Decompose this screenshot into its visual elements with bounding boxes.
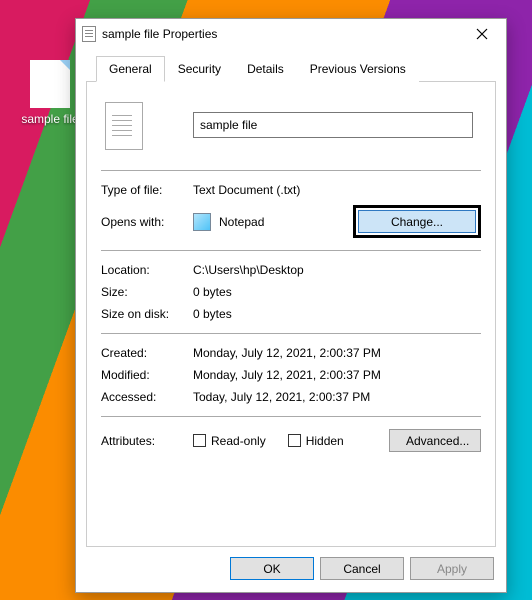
value-size: 0 bytes xyxy=(193,285,481,299)
apply-button[interactable]: Apply xyxy=(410,557,494,580)
tab-row: General Security Details Previous Versio… xyxy=(86,49,496,82)
document-icon xyxy=(30,60,70,108)
notepad-icon xyxy=(193,213,211,231)
file-type-icon xyxy=(105,102,143,150)
checkbox-box xyxy=(288,434,301,447)
tab-details[interactable]: Details xyxy=(234,56,297,82)
label-attributes: Attributes: xyxy=(101,434,193,448)
cancel-button[interactable]: Cancel xyxy=(320,557,404,580)
close-button[interactable] xyxy=(464,21,500,47)
label-modified: Modified: xyxy=(101,368,193,382)
change-button[interactable]: Change... xyxy=(358,210,476,233)
label-location: Location: xyxy=(101,263,193,277)
value-modified: Monday, July 12, 2021, 2:00:37 PM xyxy=(193,368,481,382)
value-type-of-file: Text Document (.txt) xyxy=(193,183,481,197)
divider xyxy=(101,333,481,334)
label-accessed: Accessed: xyxy=(101,390,193,404)
label-type-of-file: Type of file: xyxy=(101,183,193,197)
desktop-file-label: sample file xyxy=(20,112,80,126)
document-icon xyxy=(82,26,96,42)
divider xyxy=(101,170,481,171)
checkbox-box xyxy=(193,434,206,447)
value-opens-with: Notepad xyxy=(219,215,264,229)
value-created: Monday, July 12, 2021, 2:00:37 PM xyxy=(193,346,481,360)
checkbox-hidden-label: Hidden xyxy=(306,434,344,448)
checkbox-readonly[interactable]: Read-only xyxy=(193,434,266,448)
titlebar: sample file Properties xyxy=(76,19,506,49)
ok-button[interactable]: OK xyxy=(230,557,314,580)
value-size-on-disk: 0 bytes xyxy=(193,307,481,321)
filename-input[interactable] xyxy=(193,112,473,138)
label-size-on-disk: Size on disk: xyxy=(101,307,193,321)
checkbox-hidden[interactable]: Hidden xyxy=(288,434,344,448)
checkbox-readonly-label: Read-only xyxy=(211,434,266,448)
divider xyxy=(101,416,481,417)
desktop-file-icon[interactable]: sample file xyxy=(20,60,80,126)
dialog-footer: OK Cancel Apply xyxy=(76,547,506,592)
divider xyxy=(101,250,481,251)
properties-dialog: sample file Properties General Security … xyxy=(75,18,507,593)
label-size: Size: xyxy=(101,285,193,299)
tab-previous-versions[interactable]: Previous Versions xyxy=(297,56,419,82)
value-accessed: Today, July 12, 2021, 2:00:37 PM xyxy=(193,390,481,404)
label-created: Created: xyxy=(101,346,193,360)
tab-security[interactable]: Security xyxy=(165,56,234,82)
tab-general[interactable]: General xyxy=(96,56,165,82)
label-opens-with: Opens with: xyxy=(101,215,193,229)
dialog-body: Type of file: Text Document (.txt) Opens… xyxy=(86,82,496,547)
dialog-title: sample file Properties xyxy=(102,27,464,41)
change-highlight-box: Change... xyxy=(353,205,481,238)
advanced-button[interactable]: Advanced... xyxy=(389,429,481,452)
value-location: C:\Users\hp\Desktop xyxy=(193,263,481,277)
